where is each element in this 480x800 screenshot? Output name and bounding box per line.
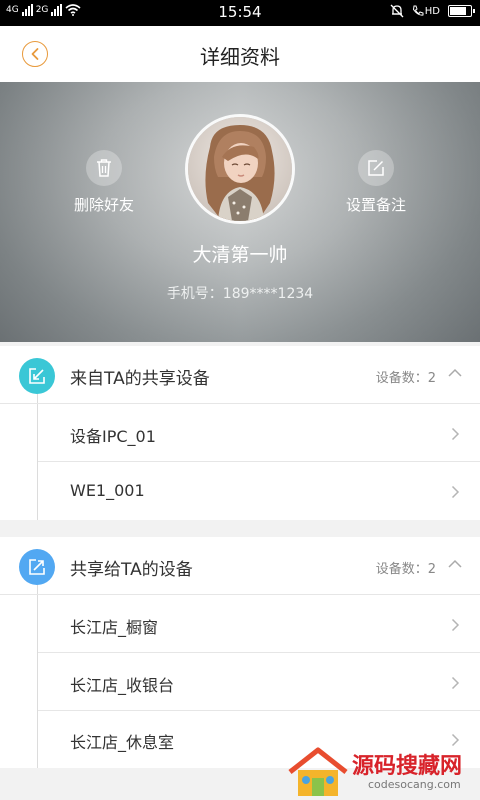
shared-from-title: 来自TA的共享设备 [70, 369, 210, 389]
trash-icon [86, 150, 122, 186]
device-label: WE1_001 [70, 481, 145, 500]
profile-banner: 删除好友 设置备注 大清第一帅 手机号：189****1234 [0, 82, 480, 342]
shared-from-header[interactable]: 来自TA的共享设备 设备数：2 [0, 346, 480, 404]
shared-from-section: 来自TA的共享设备 设备数：2 设备IPC_01 WE1_001 [0, 346, 480, 520]
watermark-url: codesocang.com [368, 778, 461, 791]
list-item[interactable]: 长江店_收银台 [38, 654, 480, 711]
share-out-icon [19, 549, 55, 585]
chevron-up-icon [448, 368, 462, 377]
device-label: 设备IPC_01 [70, 427, 156, 446]
hd-label: HD [424, 5, 440, 17]
shared-to-count: 设备数：2 [375, 562, 436, 577]
chevron-up-icon [448, 559, 462, 568]
chevron-right-icon [451, 733, 460, 747]
shared-to-title: 共享给TA的设备 [70, 560, 193, 580]
delete-friend-label: 删除好友 [73, 196, 134, 214]
chevron-right-icon [451, 485, 460, 499]
shared-to-section: 共享给TA的设备 设备数：2 长江店_橱窗 长江店_收银台 长江店_休息室 [0, 537, 480, 768]
watermark-text: 源码搜藏网 [352, 754, 463, 779]
avatar [185, 114, 295, 224]
list-item[interactable]: WE1_001 [38, 463, 480, 520]
shared-to-header[interactable]: 共享给TA的设备 设备数：2 [0, 537, 480, 595]
status-bar: 4G 2G 15:54 HD [0, 0, 480, 26]
battery-icon [448, 5, 475, 17]
share-in-icon [19, 358, 55, 394]
edit-icon [358, 150, 394, 186]
page-title: 详细资料 [200, 45, 280, 69]
device-label: 长江店_收银台 [70, 676, 175, 695]
shared-from-count: 设备数：2 [375, 371, 436, 386]
profile-phone: 手机号：189****1234 [166, 286, 314, 302]
device-label: 长江店_休息室 [70, 733, 175, 752]
chevron-right-icon [451, 676, 460, 690]
device-label: 长江店_橱窗 [70, 618, 159, 637]
battery-level [450, 7, 467, 15]
list-item[interactable]: 长江店_橱窗 [38, 596, 480, 653]
chevron-right-icon [451, 618, 460, 632]
set-note-label: 设置备注 [345, 196, 406, 214]
silent-bell-icon [390, 4, 404, 18]
nav-header: 详细资料 [0, 26, 480, 82]
house-logo-icon [288, 747, 348, 796]
watermark: 源码搜藏网 codesocang.com [286, 746, 480, 800]
set-note-button[interactable]: 设置备注 [316, 150, 436, 215]
status-right: HD [390, 4, 475, 18]
hd-call-icon: HD [412, 5, 440, 17]
delete-friend-button[interactable]: 删除好友 [44, 150, 164, 215]
chevron-right-icon [451, 427, 460, 441]
profile-name: 大清第一帅 [192, 244, 288, 266]
list-item[interactable]: 设备IPC_01 [38, 405, 480, 462]
